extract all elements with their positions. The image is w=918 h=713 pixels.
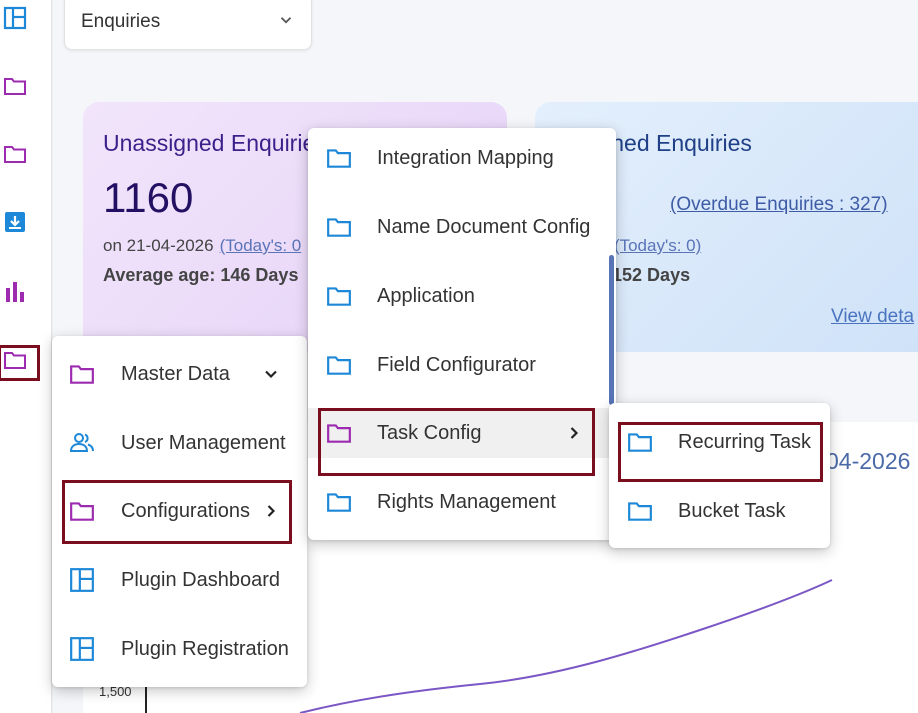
menu-item-label: Name Document Config [377, 215, 591, 238]
menu-item-master-data[interactable]: Master Data [52, 349, 307, 399]
menu-item-label: Plugin Dashboard [121, 568, 280, 591]
menu-item-label: Field Configurator [377, 353, 536, 376]
menu-item-label: Integration Mapping [377, 146, 554, 169]
configurations-highlight [62, 480, 292, 544]
chevron-down-icon [261, 364, 281, 384]
users-icon [69, 430, 95, 456]
dashboard-icon [69, 636, 95, 662]
folder-icon [326, 352, 352, 378]
folder-icon [627, 498, 653, 524]
recurring-task-highlight [618, 422, 823, 482]
menu-item-application[interactable]: Application [308, 271, 616, 321]
menu-item-label: User Management [121, 431, 286, 454]
folder-icon [326, 214, 352, 240]
folder-icon [326, 283, 352, 309]
folder-icon [69, 361, 95, 387]
menu-item-label: Application [377, 284, 475, 307]
submenu-scrollbar[interactable] [609, 255, 614, 405]
menu-item-label: Plugin Registration [121, 637, 289, 660]
menu-item-rights-management[interactable]: Rights Management [308, 477, 616, 527]
dashboard-icon [69, 567, 95, 593]
menu-item-integration-mapping[interactable]: Integration Mapping [308, 133, 616, 183]
menu-item-name-document-config[interactable]: Name Document Config [308, 202, 616, 252]
menu-item-field-configurator[interactable]: Field Configurator [308, 340, 616, 390]
task-config-highlight [318, 408, 595, 476]
menu-item-bucket-task[interactable]: Bucket Task [609, 486, 830, 536]
menu-item-user-management[interactable]: User Management [52, 418, 307, 468]
folder-icon [326, 145, 352, 171]
menu-item-plugin-dashboard[interactable]: Plugin Dashboard [52, 555, 307, 605]
menu-item-label: Bucket Task [678, 499, 786, 522]
menu-item-plugin-registration[interactable]: Plugin Registration [52, 624, 307, 674]
configurations-submenu: Integration Mapping Name Document Config… [308, 128, 616, 540]
menu-item-label: Master Data [121, 362, 230, 385]
folder-icon [326, 489, 352, 515]
menu-item-label: Rights Management [377, 490, 556, 513]
